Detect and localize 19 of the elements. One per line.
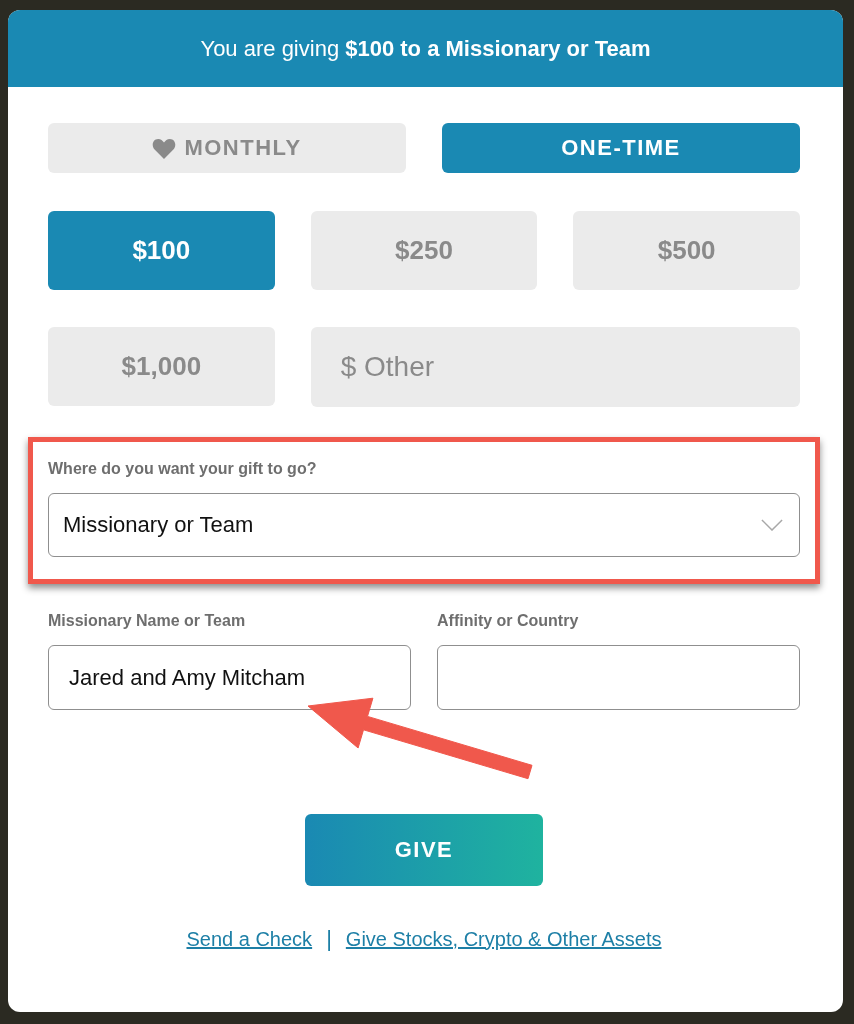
frequency-tab[interactable]: ONE-TIME <box>442 123 800 173</box>
amount-button[interactable]: $1,000 <box>48 327 275 406</box>
send-check-link[interactable]: Send a Check <box>186 927 313 951</box>
destination-dropdown[interactable]: Missionary or Team <box>48 493 800 557</box>
chevron-down-icon <box>761 519 783 531</box>
give-assets-link[interactable]: Give Stocks, Crypto & Other Assets <box>345 927 662 951</box>
amount-button[interactable]: $500 <box>573 211 800 290</box>
field-label: Missionary Name or Team <box>48 611 247 631</box>
other-amount-field[interactable]: $ Other <box>310 327 800 407</box>
text-input-field[interactable]: Jared and Amy Mitcham <box>48 645 411 710</box>
amount-button[interactable]: $100 <box>48 211 275 290</box>
text-input-field[interactable] <box>437 645 800 710</box>
frequency-tab[interactable]: MONTHLY <box>48 123 406 173</box>
amount-button[interactable]: $250 <box>310 211 538 290</box>
link-separator: | <box>326 926 332 952</box>
give-button[interactable]: GIVE <box>305 814 543 886</box>
header-title: You are giving $100 to a Missionary or Team <box>200 35 651 62</box>
field-label: Affinity or Country <box>437 611 580 631</box>
field-label: Where do you want your gift to go? <box>48 459 318 479</box>
